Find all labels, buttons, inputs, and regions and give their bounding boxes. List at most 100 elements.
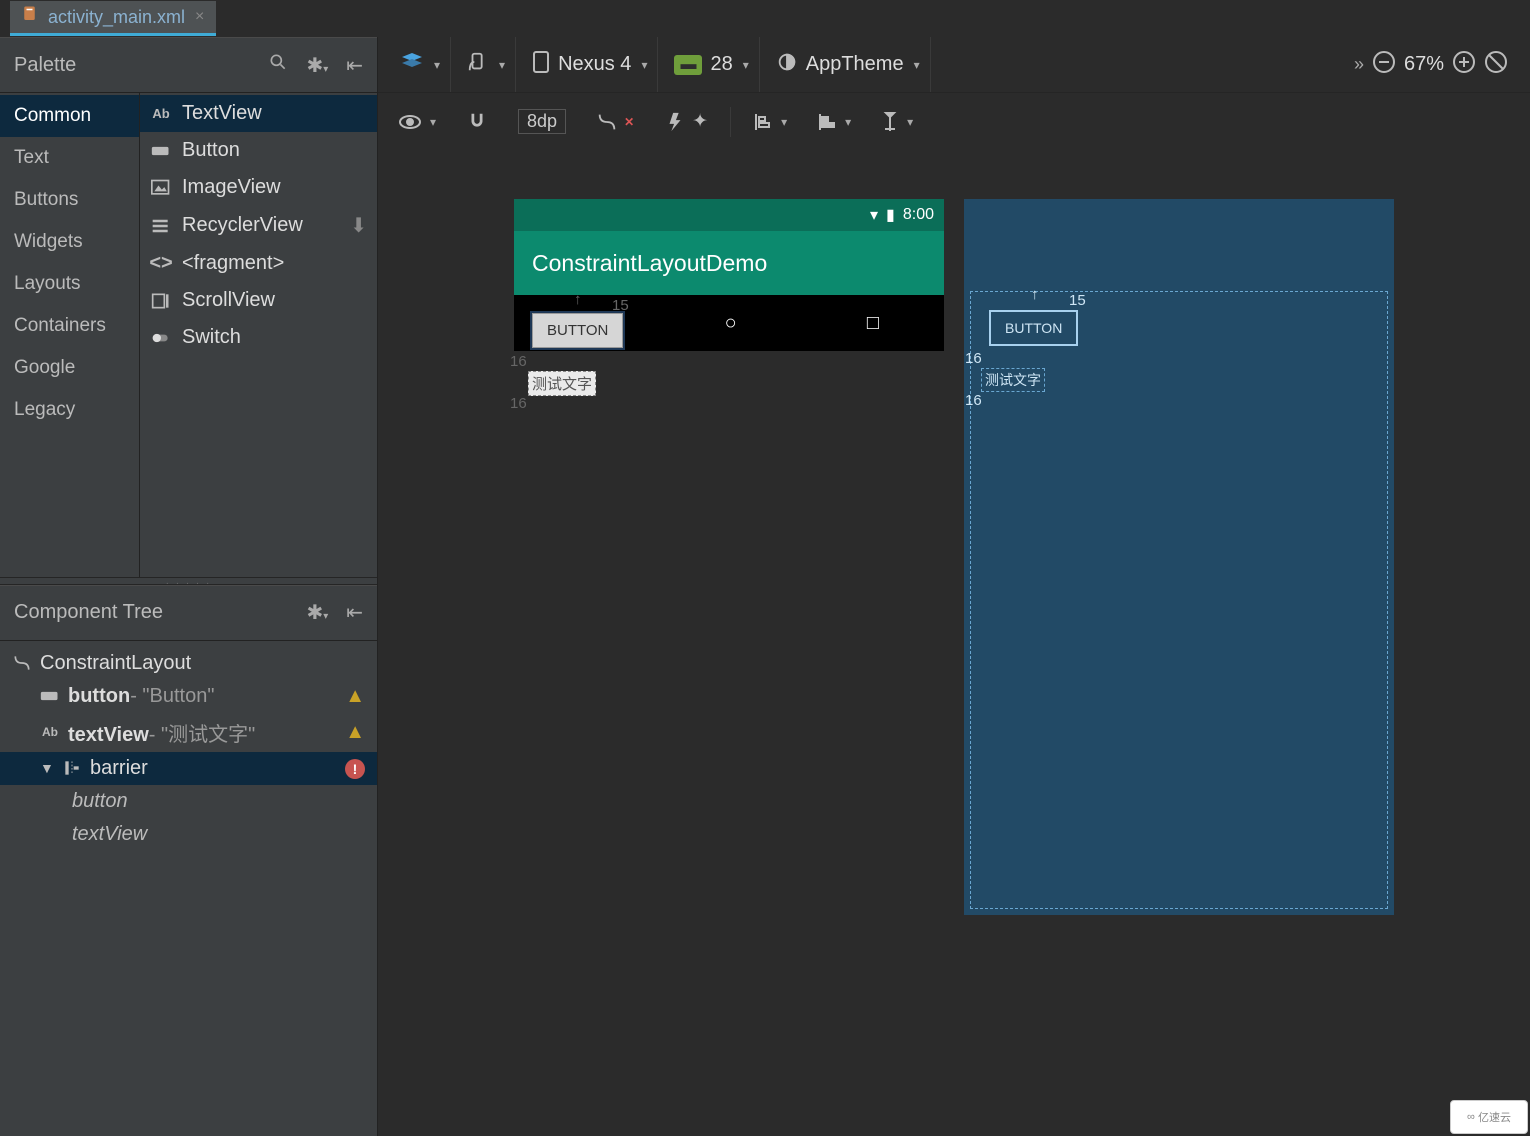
barrier-icon [62,758,82,778]
textview-icon: Ab [40,725,60,739]
app-bar: ConstraintLayoutDemo [514,231,944,295]
zoom-out-icon[interactable] [1372,50,1396,79]
widget-textview[interactable]: AbTextView [140,95,377,132]
guidelines-icon[interactable]: ▾ [873,111,921,133]
component-tree: ConstraintLayout button- "Button" ▲ Ab t… [0,641,377,1136]
preview-button[interactable]: BUTTON [532,313,623,348]
device-selector[interactable]: Nexus 4 [558,53,631,76]
autoconnect-icon[interactable] [458,111,496,133]
tree-node-barrier[interactable]: ▼ barrier ! [0,752,377,785]
blueprint-preview[interactable]: ↑ 15 BUTTON 16 测试文字 16 [964,199,1394,915]
status-time: 8:00 [903,206,934,224]
recent-icon[interactable]: □ [867,312,879,335]
widget-fragment[interactable]: <><fragment> [140,245,377,282]
category-containers[interactable]: Containers [0,305,139,347]
widget-button[interactable]: Button [140,132,377,169]
gear-icon[interactable]: ✱▾ [306,53,328,78]
clear-constraints-icon[interactable]: ✕ [588,111,642,133]
view-options-icon[interactable]: ▾ [390,113,444,131]
battery-icon: ▮ [886,205,895,225]
editor-tabs: activity_main.xml × [0,0,1530,37]
palette-body: Common Text Buttons Widgets Layouts Cont… [0,93,377,577]
constraint-layout-icon [12,653,32,673]
button-icon [150,141,172,161]
gear-icon[interactable]: ✱▾ [306,600,328,625]
chevron-down-icon[interactable]: ▾ [743,58,749,72]
widget-switch[interactable]: Switch [140,319,377,356]
tab-filename: activity_main.xml [48,7,185,28]
panel-splitter[interactable]: · · · · · [0,577,377,585]
tree-node-textview[interactable]: Ab textView- "测试文字" ▲ [0,713,377,752]
chevron-down-icon[interactable]: ▾ [499,58,505,72]
fragment-icon: <> [150,254,172,274]
chevron-down-icon[interactable]: ▾ [434,58,440,72]
chevron-down-icon[interactable]: ▾ [914,58,920,72]
api-selector[interactable]: 28 [710,53,732,76]
download-icon[interactable]: ⬇ [350,213,367,238]
chevron-down-icon[interactable]: ▾ [641,58,647,72]
textview-icon: Ab [150,104,172,124]
blueprint-surface[interactable]: ↑ 15 BUTTON 16 测试文字 16 [970,291,1388,909]
warning-icon[interactable]: ▲ [345,685,365,708]
left-panel: Palette ✱▾ ⇤ Common Text Buttons Widgets… [0,37,378,1136]
search-icon[interactable] [268,52,288,78]
device-icon [532,50,550,79]
theme-selector[interactable]: AppTheme [806,53,904,76]
infer-constraints-icon[interactable]: ✦ [656,110,716,133]
tree-node-barrier-textview[interactable]: textView [0,818,377,851]
chevron-down-icon[interactable]: ▼ [40,760,54,776]
category-legacy[interactable]: Legacy [0,389,139,431]
overflow-icon[interactable]: » [1354,54,1364,75]
zoom-level: 67% [1404,53,1444,76]
category-common[interactable]: Common [0,95,139,137]
palette-categories: Common Text Buttons Widgets Layouts Cont… [0,93,140,577]
warning-icon[interactable]: ▲ [345,721,365,744]
preview-textview[interactable]: 测试文字 [528,371,596,396]
scrollview-icon [150,291,172,311]
zoom-fit-icon[interactable] [1484,50,1508,79]
watermark: ∞ 亿速云 [1450,1100,1528,1134]
collapse-icon[interactable]: ⇤ [346,53,363,78]
switch-icon [150,328,172,348]
component-tree-header: Component Tree ✱▾ ⇤ [0,585,377,641]
status-bar: ▾ ▮ 8:00 [514,199,944,231]
widget-imageview[interactable]: ImageView [140,169,377,206]
category-google[interactable]: Google [0,347,139,389]
orientation-icon[interactable] [467,51,489,79]
close-icon[interactable]: × [195,8,204,26]
design-preview[interactable]: ▾ ▮ 8:00 ConstraintLayoutDemo ↑ 15 BUTTO… [514,199,944,351]
pack-icon[interactable]: ▾ [745,111,795,133]
home-icon[interactable]: ○ [725,312,737,335]
palette-header: Palette ✱▾ ⇤ [0,37,377,93]
category-layouts[interactable]: Layouts [0,263,139,305]
design-toolbar: ▾ ▾ Nexus 4 ▾ ▬ 28 ▾ AppTheme ▾ » 67% [378,37,1530,93]
canvas[interactable]: ▾ ▮ 8:00 ConstraintLayoutDemo ↑ 15 BUTTO… [378,151,1530,1136]
layout-toolbar: ▾ 8dp ✕ ✦ ▾ ▾ ▾ [378,93,1530,151]
default-margin[interactable]: 8dp [510,109,574,134]
palette-widgets: AbTextView Button ImageView RecyclerView… [140,93,377,577]
widget-recyclerview[interactable]: RecyclerView⬇ [140,206,377,245]
button-icon [40,686,60,706]
blueprint-textview[interactable]: 测试文字 [981,368,1045,392]
error-icon[interactable]: ! [345,757,365,780]
category-buttons[interactable]: Buttons [0,179,139,221]
align-icon[interactable]: ▾ [809,111,859,133]
theme-icon [776,51,798,78]
recyclerview-icon [150,216,172,236]
widget-scrollview[interactable]: ScrollView [140,282,377,319]
tree-node-button[interactable]: button- "Button" ▲ [0,680,377,713]
zoom-in-icon[interactable] [1452,50,1476,79]
category-text[interactable]: Text [0,137,139,179]
category-widgets[interactable]: Widgets [0,221,139,263]
tree-node-root[interactable]: ConstraintLayout [0,647,377,680]
imageview-icon [150,178,172,198]
arrow-up-icon: ↑ [1031,286,1039,303]
android-icon: ▬ [674,55,702,75]
design-editor: ▾ ▾ Nexus 4 ▾ ▬ 28 ▾ AppTheme ▾ » 67% [378,37,1530,1136]
component-tree-title: Component Tree [14,601,163,624]
blueprint-button[interactable]: BUTTON [989,310,1078,346]
design-surface-icon[interactable] [400,51,424,79]
tree-node-barrier-button[interactable]: button [0,785,377,818]
collapse-icon[interactable]: ⇤ [346,600,363,625]
file-tab[interactable]: activity_main.xml × [10,1,216,36]
